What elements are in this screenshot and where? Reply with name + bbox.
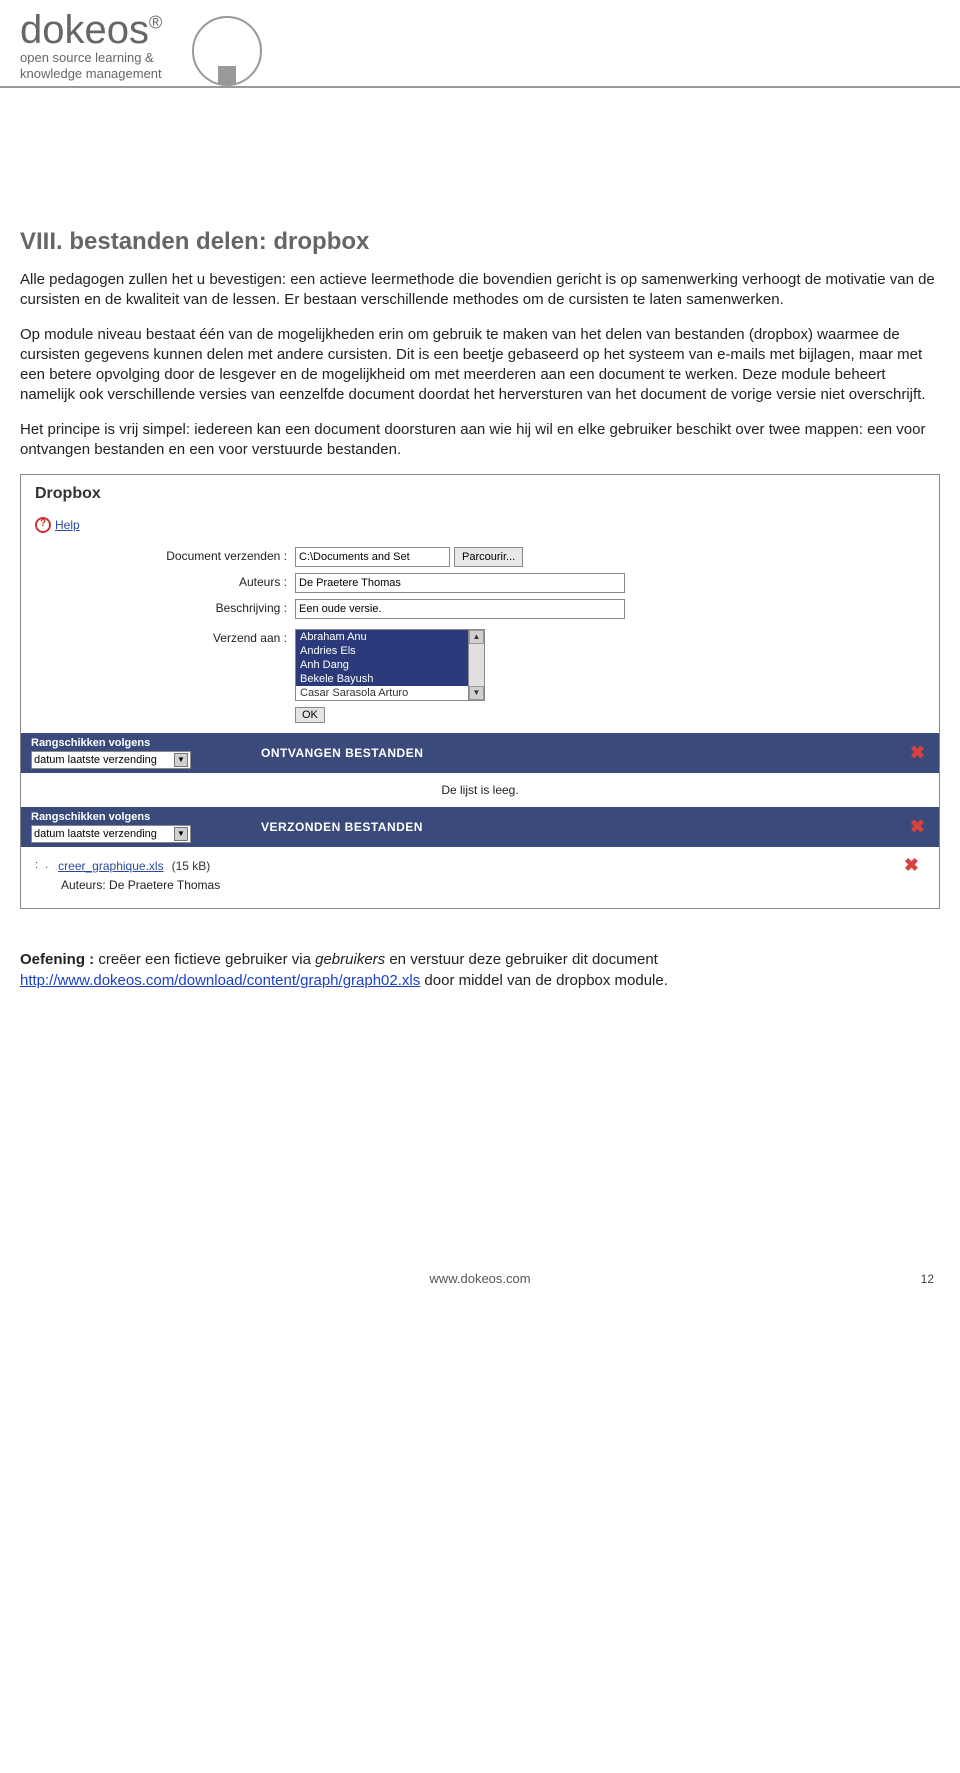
recipients-listbox[interactable]: Abraham Anu Andries Els Anh Dang Bekele … (295, 629, 469, 701)
sort-label: Rangschikken volgens (31, 737, 191, 749)
sent-title: VERZONDEN BESTANDEN (261, 820, 423, 834)
label-sendto: Verzend aan : (35, 629, 295, 645)
brand-registered: ® (149, 13, 162, 33)
file-size: (15 kB) (172, 859, 211, 873)
help-icon (35, 517, 51, 533)
recipient-option[interactable]: Casar Sarasola Arturo (296, 686, 468, 700)
exercise-link[interactable]: http://www.dokeos.com/download/content/g… (20, 972, 420, 989)
delete-icon[interactable]: ✖ (904, 855, 919, 876)
label-authors: Auteurs : (35, 573, 295, 589)
section-body: Alle pedagogen zullen het u bevestigen: … (20, 270, 940, 460)
brand-circle-icon (192, 16, 262, 86)
sort-select[interactable]: datum laatste verzending ▼ (31, 751, 191, 769)
exercise-paragraph: Oefening : creëer een fictieve gebruiker… (20, 949, 940, 991)
help-link-row[interactable]: Help (35, 517, 925, 533)
scroll-up-icon[interactable]: ▲ (469, 630, 484, 644)
sort-value: datum laatste verzending (34, 754, 157, 766)
page-header: dokeos® open source learning & knowledge… (0, 0, 960, 88)
page-footer: www.dokeos.com 12 (0, 1011, 960, 1298)
sent-file-row: : . creer_graphique.xls (15 kB) ✖ Auteur… (21, 847, 939, 908)
section-heading: VIII. bestanden delen: dropbox (20, 228, 940, 256)
app-title: Dropbox (35, 485, 925, 503)
paragraph-1: Alle pedagogen zullen het u bevestigen: … (20, 270, 940, 311)
brand-word: dokeos (20, 8, 149, 52)
recipient-option[interactable]: Andries Els (296, 644, 468, 658)
authors-input[interactable] (295, 573, 625, 593)
sort-select[interactable]: datum laatste verzending ▼ (31, 825, 191, 843)
empty-message: De lijst is leeg. (21, 773, 939, 807)
close-icon[interactable]: ✖ (910, 817, 925, 838)
received-bar: Rangschikken volgens datum laatste verze… (21, 733, 939, 773)
exercise-em: gebruikers (315, 951, 385, 968)
sort-value: datum laatste verzending (34, 828, 157, 840)
ok-button[interactable]: OK (295, 707, 325, 723)
recipient-option[interactable]: Abraham Anu (296, 630, 468, 644)
label-document: Document verzenden : (35, 547, 295, 563)
recipient-option[interactable]: Bekele Bayush (296, 672, 468, 686)
listbox-scrollbar[interactable]: ▲ ▼ (469, 629, 485, 701)
paragraph-3: Het principe is vrij simpel: iedereen ka… (20, 420, 940, 461)
scroll-down-icon[interactable]: ▼ (469, 686, 484, 700)
received-title: ONTVANGEN BESTANDEN (261, 746, 423, 760)
browse-button[interactable]: Parcourir... (454, 547, 523, 567)
chevron-down-icon: ▼ (174, 753, 188, 767)
file-author-label: Auteurs: (61, 878, 106, 892)
brand-tagline-2: knowledge management (20, 66, 162, 82)
exercise-text-1: creëer een fictieve gebruiker via (94, 951, 315, 968)
exercise-text-2: en verstuur deze gebruiker dit document (385, 951, 658, 968)
brand-name: dokeos® (20, 10, 162, 50)
exercise-lead: Oefening : (20, 951, 94, 968)
recipient-option[interactable]: Anh Dang (296, 658, 468, 672)
paragraph-2: Op module niveau bestaat één van de moge… (20, 325, 940, 406)
footer-site: www.dokeos.com (429, 1271, 530, 1286)
dropbox-screenshot: Dropbox Help Document verzenden : Parcou… (20, 474, 940, 909)
chevron-down-icon: ▼ (174, 827, 188, 841)
brand-tagline-1: open source learning & (20, 50, 162, 66)
document-path-input[interactable] (295, 547, 450, 567)
close-icon[interactable]: ✖ (910, 743, 925, 764)
file-link[interactable]: creer_graphique.xls (58, 859, 163, 873)
sort-label: Rangschikken volgens (31, 811, 191, 823)
label-description: Beschrijving : (35, 599, 295, 615)
drag-handle-icon[interactable]: : . (35, 861, 50, 870)
brand-block: dokeos® open source learning & knowledge… (20, 10, 162, 83)
sent-bar: Rangschikken volgens datum laatste verze… (21, 807, 939, 847)
file-author: De Praetere Thomas (109, 878, 220, 892)
page-number: 12 (921, 1272, 934, 1286)
description-input[interactable] (295, 599, 625, 619)
exercise-text-3: door middel van de dropbox module. (420, 972, 668, 989)
page-content: VIII. bestanden delen: dropbox Alle peda… (0, 88, 960, 1011)
help-link-label: Help (55, 518, 80, 532)
